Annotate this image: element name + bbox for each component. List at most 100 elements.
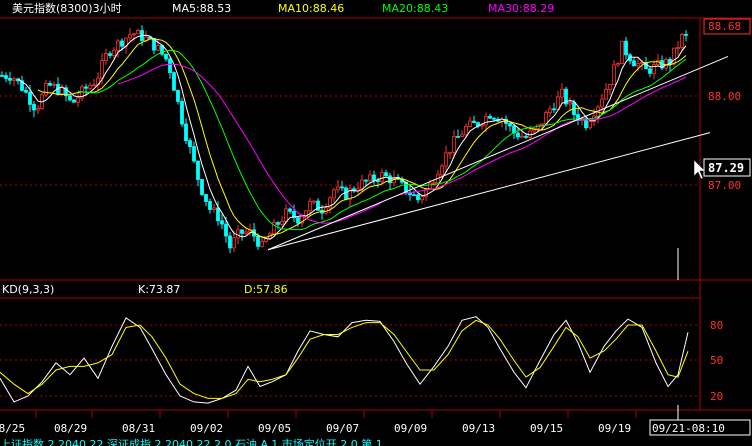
candle-body [616, 63, 620, 66]
candle-body [376, 180, 380, 182]
ma20-line [77, 49, 687, 231]
candle-body [176, 89, 180, 102]
x-tick-label: 09/07 [326, 422, 359, 435]
candle-body [212, 207, 216, 210]
candle-body [116, 40, 120, 51]
candle-body [492, 117, 496, 120]
candle-body [8, 78, 12, 81]
x-tick-label: 09/19 [598, 422, 631, 435]
candle-body [200, 179, 204, 195]
x-tick-label: 09/02 [190, 422, 223, 435]
candle-body [112, 49, 116, 56]
candle-body [612, 64, 616, 85]
candle-body [196, 160, 200, 180]
candle-body [548, 108, 552, 113]
kd-name-label: KD(9,3,3) [2, 283, 54, 296]
ma10-label: MA10:88.46 [278, 2, 344, 15]
candle-body [472, 120, 476, 124]
candle-body [228, 235, 232, 249]
candle-body [368, 174, 372, 182]
ma30-line [117, 63, 687, 224]
trendlines-layer [267, 55, 729, 251]
candle-body [32, 104, 36, 111]
candle-body [132, 33, 136, 36]
candle-body [308, 200, 312, 212]
candle-body [164, 53, 168, 60]
candle-body [384, 172, 388, 177]
candle-body [312, 200, 316, 203]
candle-body [340, 186, 344, 189]
candle-body [332, 189, 336, 199]
candle-body [188, 140, 192, 147]
candle-body [428, 182, 432, 190]
candle-body [672, 47, 676, 65]
footer-ticker-text: 上证指数 2 2040 22 深证成指 2 2040 22 2 0 石油 A.1… [0, 437, 383, 446]
candle-body [344, 187, 348, 200]
candle-body [420, 196, 424, 201]
candle-body [0, 75, 4, 77]
candle-body [136, 30, 140, 35]
candle-body [108, 53, 112, 56]
x-tick-label: 08/31 [122, 422, 155, 435]
candle-body [552, 108, 556, 111]
x-tick-label: 09/13 [462, 422, 495, 435]
candle-body [600, 98, 604, 108]
candle-body [36, 107, 40, 111]
candle-body [620, 40, 624, 64]
kd-tick-20: 20 [710, 390, 723, 403]
x-tick-label: 09/05 [258, 422, 291, 435]
chart-title: 美元指数(8300)3小时 [12, 1, 122, 15]
dollar-index-chart[interactable]: 美元指数(8300)3小时 MA5:88.53 MA10:88.46 MA20:… [0, 0, 752, 446]
ma30-label: MA30:88.29 [488, 2, 554, 15]
candle-body [48, 83, 52, 86]
candle-body [544, 112, 548, 125]
candle-body [380, 172, 384, 182]
candle-body [44, 83, 48, 96]
candle-body [236, 229, 240, 239]
candle-body [508, 123, 512, 127]
candle-body [288, 208, 292, 212]
candle-body [244, 231, 248, 234]
candle-body [260, 240, 264, 247]
ma10-line [37, 38, 687, 238]
price-tick-87-00: 87.00 [708, 179, 741, 192]
candle-body [484, 115, 488, 126]
kd-d-label: D:57.86 [244, 283, 288, 296]
x-axis: 08/25 08/29 08/31 09/02 09/05 09/07 09/09 09/13… [0, 410, 637, 435]
candle-body [192, 146, 196, 162]
moving-averages-layer [17, 34, 687, 240]
trendline-1[interactable] [267, 55, 729, 251]
candle-body [128, 34, 132, 39]
candle-body [92, 84, 96, 87]
candle-body [684, 34, 688, 36]
candle-body [648, 68, 652, 74]
candle-body [388, 175, 392, 184]
candle-body [68, 95, 72, 101]
candle-body [76, 97, 80, 103]
candle-body [256, 235, 260, 247]
x-tick-label: 09/15 [530, 422, 563, 435]
candle-body [232, 237, 236, 249]
cursor-price-label: 87.29 [708, 161, 744, 175]
candle-body [520, 135, 524, 138]
candle-body [524, 135, 528, 138]
price-tick-88-68: 88.68 [708, 20, 741, 33]
price-panel [0, 17, 752, 410]
kd-tick-80: 80 [710, 319, 723, 332]
candle-body [28, 91, 32, 105]
candle-body [284, 208, 288, 222]
kd-k-label: K:73.87 [138, 283, 180, 296]
candle-body [372, 174, 376, 181]
candle-body [100, 60, 104, 79]
kd-lines-layer [0, 316, 689, 404]
candle-body [216, 207, 220, 222]
candle-body [636, 63, 640, 67]
candle-body [568, 102, 572, 105]
candle-body [24, 90, 28, 93]
candle-body [168, 58, 172, 74]
candle-body [604, 88, 608, 100]
candle-body [336, 186, 340, 191]
candle-body [488, 115, 492, 119]
candle-body [60, 87, 64, 95]
candle-body [680, 34, 684, 48]
